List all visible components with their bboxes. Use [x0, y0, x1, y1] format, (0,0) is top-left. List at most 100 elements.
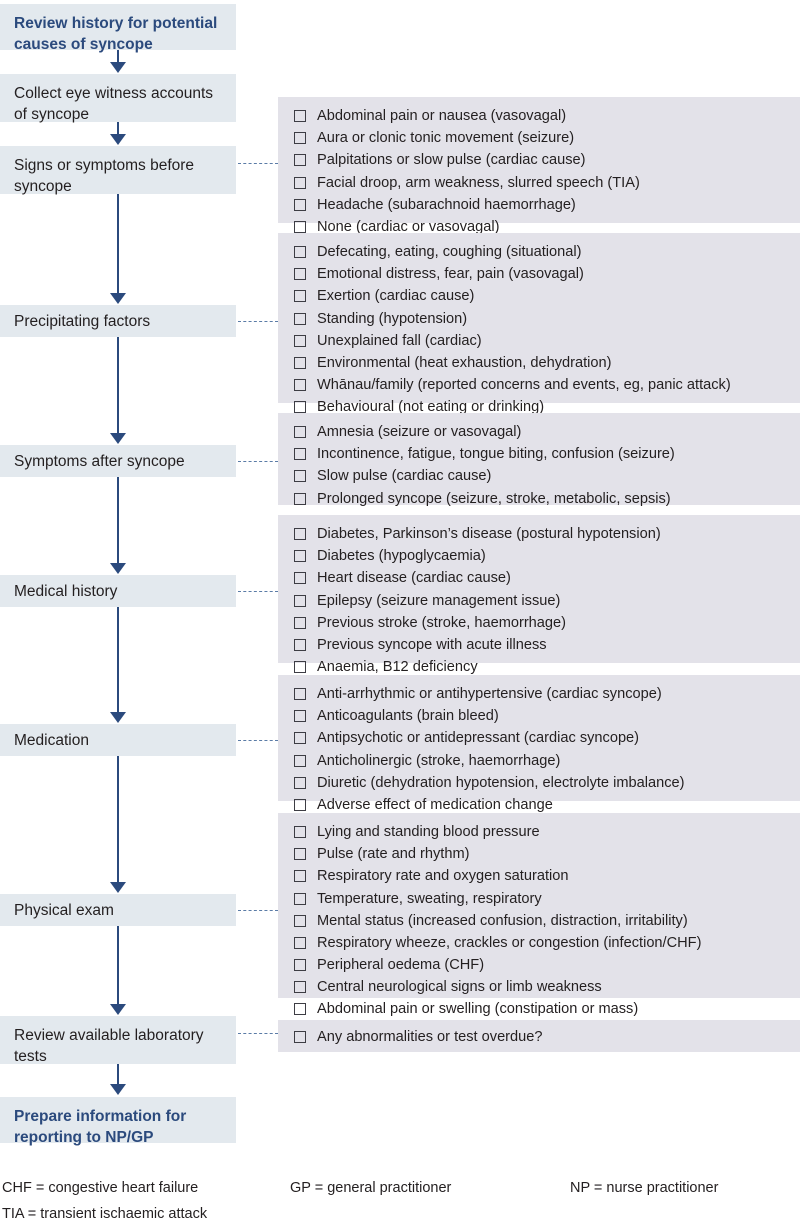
checkbox-icon[interactable]	[294, 528, 306, 540]
checklist-item[interactable]: Diuretic (dehydration hypotension, elect…	[294, 772, 790, 794]
checklist-item[interactable]: Pulse (rate and rhythm)	[294, 843, 790, 865]
checklist-item[interactable]: Whānau/family (reported concerns and eve…	[294, 374, 790, 396]
checkbox-icon[interactable]	[294, 616, 306, 629]
checkbox-icon[interactable]	[294, 638, 306, 651]
checklist-item[interactable]: Previous syncope with acute illness	[294, 634, 790, 656]
checklist-item[interactable]: Defecating, eating, coughing (situationa…	[294, 241, 790, 263]
checkbox-icon[interactable]	[294, 470, 306, 483]
checkbox-icon[interactable]	[294, 870, 306, 883]
checklist-item[interactable]: Anticholinergic (stroke, haemorrhage)	[294, 750, 790, 772]
checkbox-icon[interactable]	[294, 826, 306, 838]
checklist-item[interactable]: Temperature, sweating, respiratory	[294, 888, 790, 910]
checklist-item[interactable]: Anticoagulants (brain bleed)	[294, 705, 790, 727]
process-box-symptoms-after[interactable]: Symptoms after syncope	[0, 445, 236, 477]
process-box-review-history[interactable]: Review history for potential causes of s…	[0, 4, 236, 54]
process-box-review-lab-tests[interactable]: Review available laboratory tests	[0, 1016, 236, 1065]
checkbox-icon[interactable]	[294, 981, 306, 994]
checklist-item-label: Any abnormalities or test overdue?	[317, 1029, 543, 1045]
checklist-item[interactable]: Epilepsy (seizure management issue)	[294, 590, 790, 612]
checkbox-icon[interactable]	[294, 356, 306, 369]
checkbox-icon[interactable]	[294, 688, 306, 700]
checkbox-icon[interactable]	[294, 892, 306, 905]
checkbox-icon[interactable]	[294, 110, 306, 122]
checkbox-icon[interactable]	[294, 492, 306, 505]
checkbox-icon[interactable]	[294, 710, 306, 723]
process-box-medical-history[interactable]: Medical history	[0, 575, 236, 607]
checkbox-icon[interactable]	[294, 448, 306, 461]
checklist-item[interactable]: Abdominal pain or swelling (constipation…	[294, 998, 790, 1020]
process-box-label: Review history for potential causes of s…	[14, 15, 218, 54]
checklist-item[interactable]: Prolonged syncope (seizure, stroke, meta…	[294, 488, 790, 510]
checkbox-icon[interactable]	[294, 426, 306, 438]
checklist-item[interactable]: Peripheral oedema (CHF)	[294, 954, 790, 976]
checklist-item[interactable]: Respiratory wheeze, crackles or congesti…	[294, 932, 790, 954]
checkbox-icon[interactable]	[294, 550, 306, 563]
process-box-signs-symptoms-before[interactable]: Signs or symptoms before syncope	[0, 146, 236, 195]
checkbox-icon[interactable]	[294, 661, 306, 674]
checkbox-icon[interactable]	[294, 594, 306, 607]
checkbox-icon[interactable]	[294, 132, 306, 145]
checkbox-icon[interactable]	[294, 1003, 306, 1016]
checkbox-icon[interactable]	[294, 268, 306, 281]
checklist-item[interactable]: Central neurological signs or limb weakn…	[294, 976, 790, 998]
checklist-item[interactable]: Emotional distress, fear, pain (vasovaga…	[294, 263, 790, 285]
checklist-item[interactable]: Aura or clonic tonic movement (seizure)	[294, 127, 790, 149]
checklist-item-label: Whānau/family (reported concerns and eve…	[317, 377, 731, 394]
checklist-item[interactable]: Lying and standing blood pressure	[294, 821, 790, 843]
checklist-item[interactable]: Respiratory rate and oxygen saturation	[294, 865, 790, 887]
connector-arrow-2	[110, 134, 126, 145]
checklist-item[interactable]: Unexplained fall (cardiac)	[294, 330, 790, 352]
checkbox-icon[interactable]	[294, 798, 306, 811]
checkbox-icon[interactable]	[294, 1031, 306, 1043]
checkbox-icon[interactable]	[294, 754, 306, 767]
checkbox-icon[interactable]	[294, 914, 306, 927]
checkbox-icon[interactable]	[294, 401, 306, 414]
process-box-physical-exam[interactable]: Physical exam	[0, 894, 236, 926]
checklist-item-label: Amnesia (seizure or vasovagal)	[317, 424, 522, 440]
checklist-item[interactable]: Any abnormalities or test overdue?	[294, 1026, 790, 1048]
checklist-item[interactable]: Facial droop, arm weakness, slurred spee…	[294, 172, 790, 194]
checkbox-icon[interactable]	[294, 198, 306, 211]
checklist-item[interactable]: Incontinence, fatigue, tongue biting, co…	[294, 443, 790, 465]
checklist-item-label: Previous syncope with acute illness	[317, 636, 547, 653]
checkbox-icon[interactable]	[294, 848, 306, 861]
checkbox-icon[interactable]	[294, 572, 306, 585]
process-box-medication[interactable]: Medication	[0, 724, 236, 756]
checklist-item[interactable]: Anti-arrhythmic or antihypertensive (car…	[294, 683, 790, 705]
checklist-item[interactable]: Exertion (cardiac cause)	[294, 285, 790, 307]
checklist-item[interactable]: Heart disease (cardiac cause)	[294, 567, 790, 589]
process-box-precipitating-factors[interactable]: Precipitating factors	[0, 305, 236, 337]
checklist-item[interactable]: Antipsychotic or antidepressant (cardiac…	[294, 727, 790, 749]
checkbox-icon[interactable]	[294, 312, 306, 325]
process-box-collect-eye-witness[interactable]: Collect eye witness accounts of syncope	[0, 74, 236, 123]
checkbox-icon[interactable]	[294, 936, 306, 949]
checklist-item-label: Peripheral oedema (CHF)	[317, 957, 485, 974]
checklist-item[interactable]: Diabetes, Parkinson’s disease (postural …	[294, 523, 790, 545]
checkbox-icon[interactable]	[294, 290, 306, 303]
checklist-item-label: Abdominal pain or swelling (constipation…	[317, 1001, 639, 1018]
checkbox-icon[interactable]	[294, 246, 306, 258]
checkbox-icon[interactable]	[294, 959, 306, 972]
checklist-item[interactable]: Amnesia (seizure or vasovagal)	[294, 421, 790, 443]
checklist-item[interactable]: Mental status (increased confusion, dist…	[294, 910, 790, 932]
checkbox-icon[interactable]	[294, 732, 306, 745]
checklist-item[interactable]: Abdominal pain or nausea (vasovagal)	[294, 105, 790, 127]
process-box-label: Medical history	[14, 583, 118, 600]
checkbox-icon[interactable]	[294, 776, 306, 789]
checklist-item-label: Previous stroke (stroke, haemorrhage)	[317, 614, 567, 631]
checklist-item[interactable]: Headache (subarachnoid haemorrhage)	[294, 194, 790, 216]
checklist-item[interactable]: Standing (hypotension)	[294, 308, 790, 330]
process-box-prepare-information[interactable]: Prepare information for reporting to NP/…	[0, 1097, 236, 1146]
checkbox-icon[interactable]	[294, 220, 306, 233]
checklist-panel-medical-history: Diabetes, Parkinson’s disease (postural …	[278, 515, 800, 675]
checkbox-icon[interactable]	[294, 176, 306, 189]
checklist-item[interactable]: Diabetes (hypoglycaemia)	[294, 545, 790, 567]
checkbox-icon[interactable]	[294, 334, 306, 347]
checkbox-icon[interactable]	[294, 154, 306, 167]
checkbox-icon[interactable]	[294, 379, 306, 392]
checklist-item[interactable]: Previous stroke (stroke, haemorrhage)	[294, 612, 790, 634]
checklist-item[interactable]: Slow pulse (cardiac cause)	[294, 465, 790, 487]
legend-gp: GP = general practitioner	[290, 1180, 452, 1196]
checklist-item[interactable]: Palpitations or slow pulse (cardiac caus…	[294, 149, 790, 171]
checklist-item[interactable]: Environmental (heat exhaustion, dehydrat…	[294, 352, 790, 374]
